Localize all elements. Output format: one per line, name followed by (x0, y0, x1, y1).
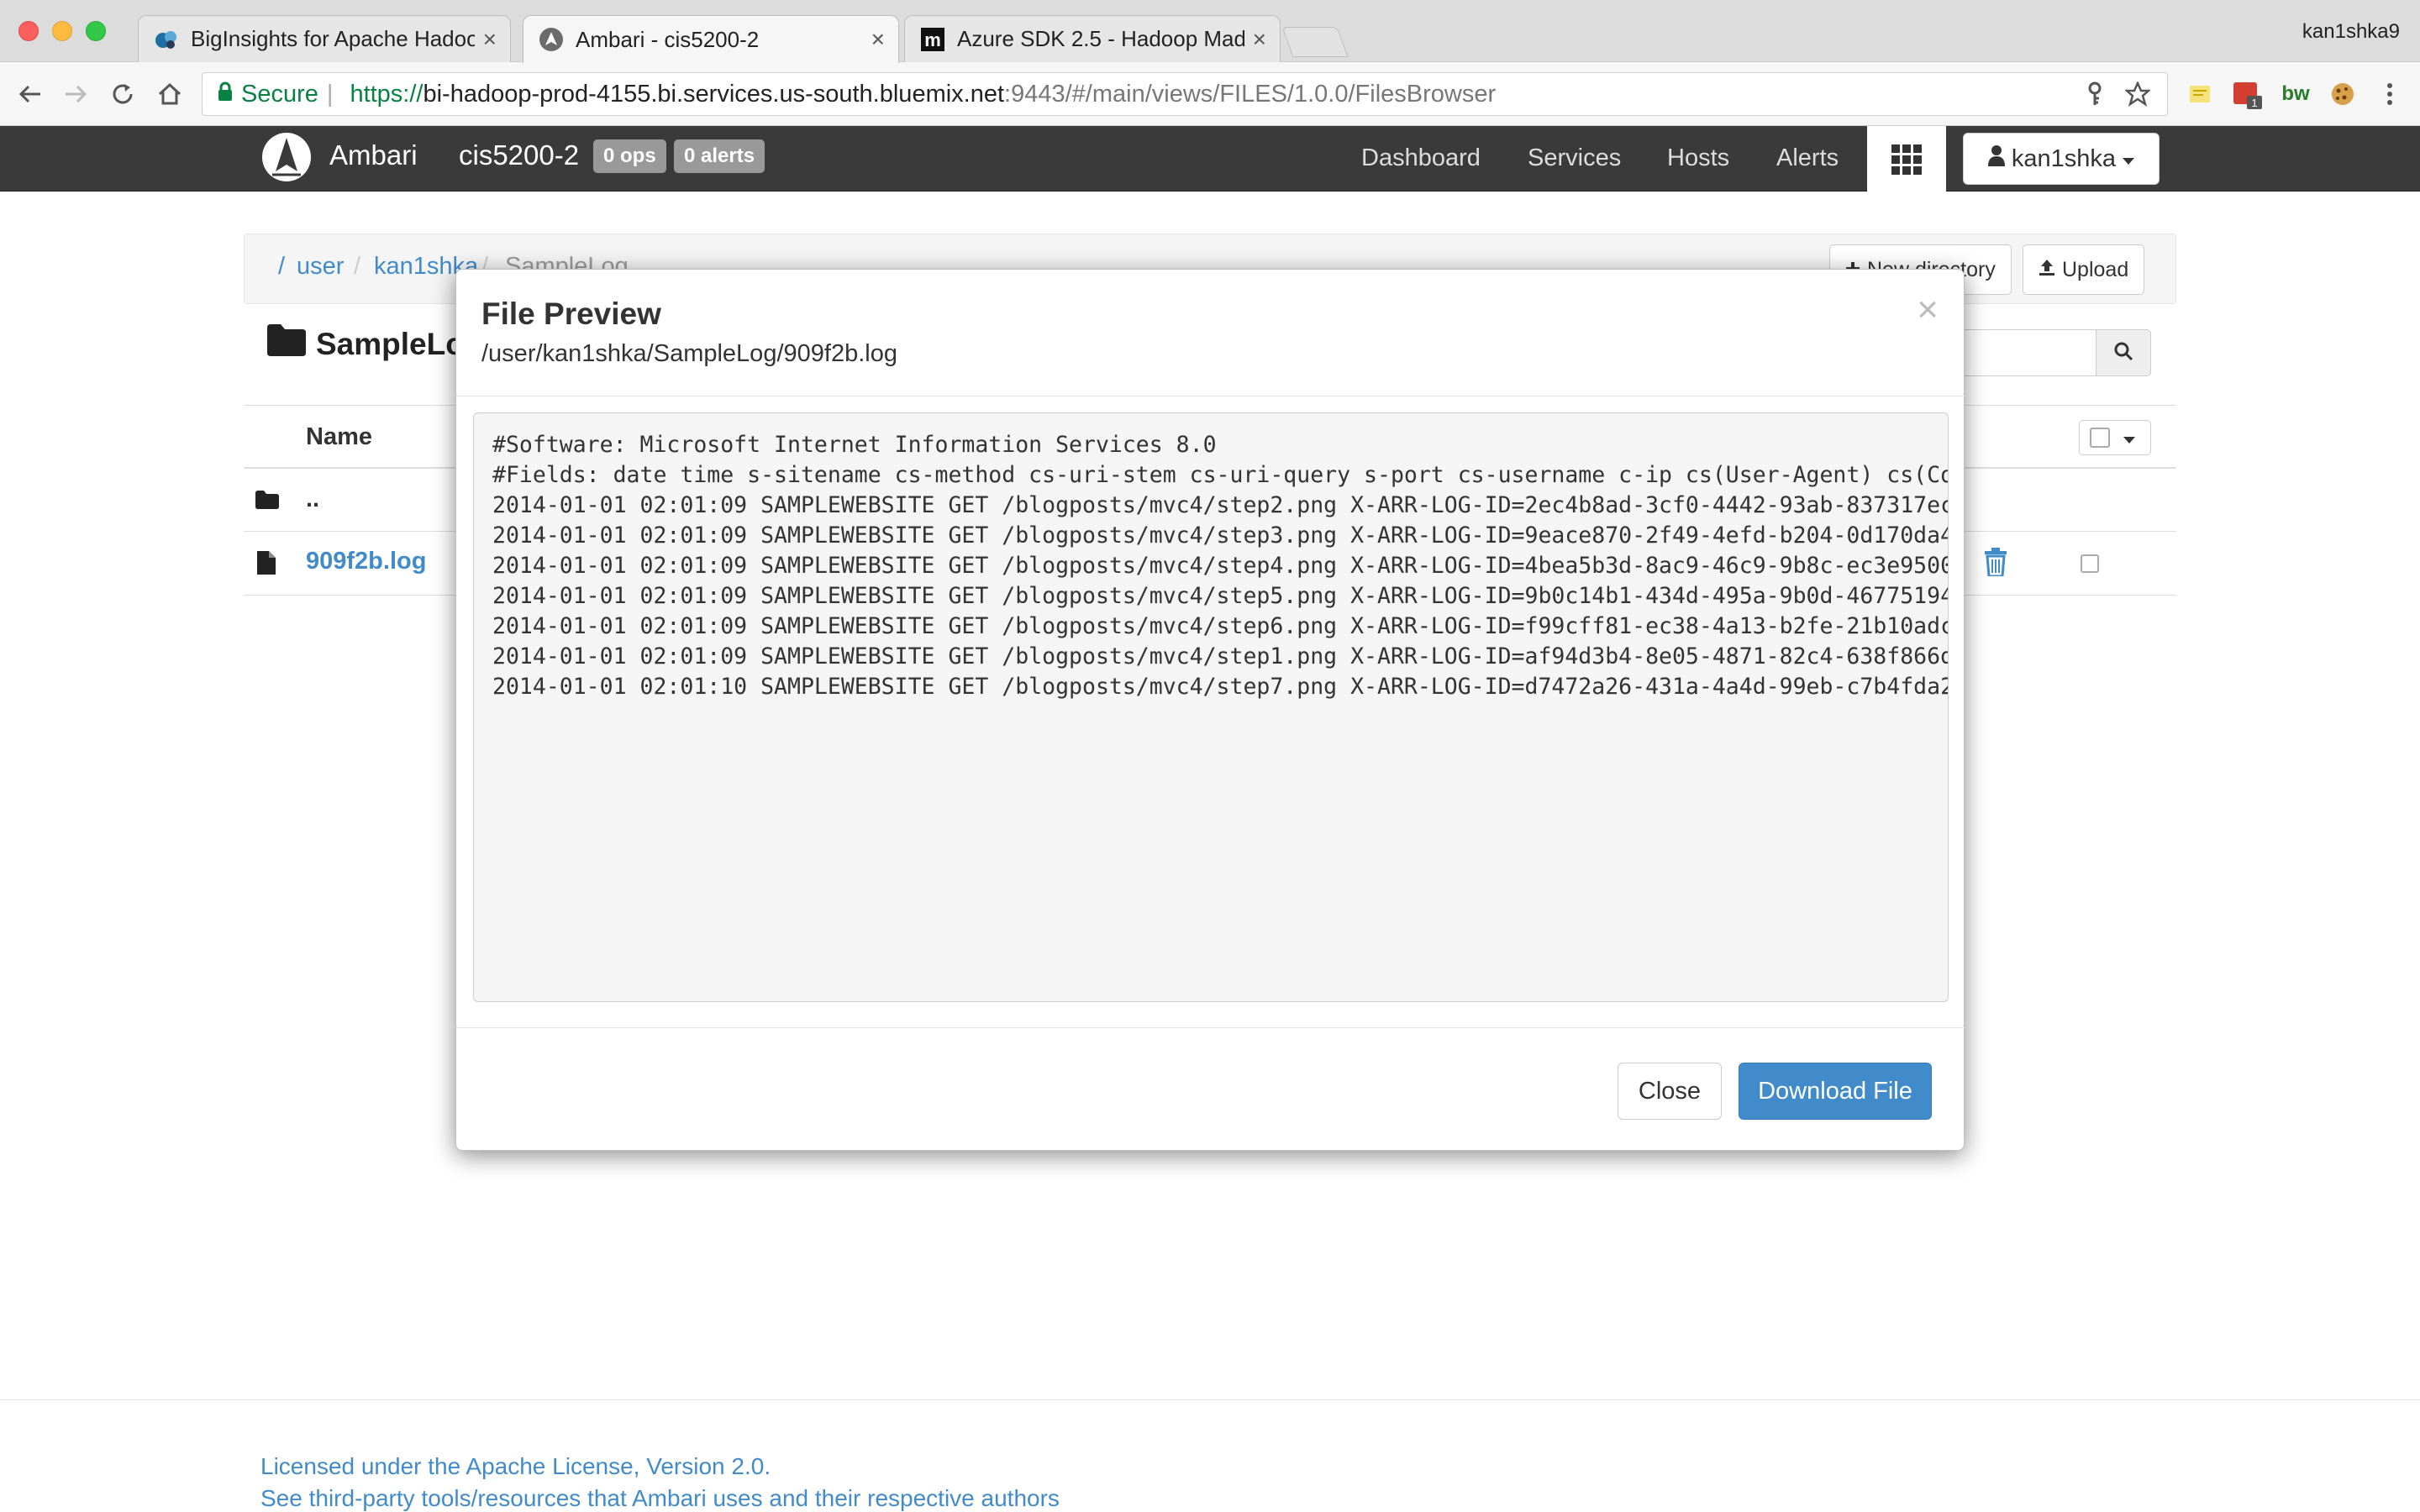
preview-line: 2014-01-01 02:01:09 SAMPLEWEBSITE GET /b… (492, 522, 1949, 549)
preview-line: #Fields: date time s-sitename cs-method … (492, 462, 1949, 488)
preview-line: 2014-01-01 02:01:09 SAMPLEWEBSITE GET /b… (492, 492, 1949, 518)
preview-line: 2014-01-01 02:01:10 SAMPLEWEBSITE GET /b… (492, 674, 1949, 700)
preview-line: 2014-01-01 02:01:09 SAMPLEWEBSITE GET /b… (492, 613, 1949, 639)
preview-line: 2014-01-01 02:01:09 SAMPLEWEBSITE GET /b… (492, 583, 1949, 609)
browser-tab-ambari[interactable]: Ambari - cis5200-2 × (523, 15, 899, 63)
ambari-favicon-icon (539, 27, 564, 52)
tab-title: Ambari - cis5200-2 (576, 26, 760, 52)
close-button[interactable]: Close (1618, 1063, 1722, 1120)
download-file-button[interactable]: Download File (1739, 1063, 1932, 1120)
file-preview-content[interactable]: #Software: Microsoft Internet Informatio… (473, 412, 1949, 1002)
preview-line: 2014-01-01 02:01:09 SAMPLEWEBSITE GET /b… (492, 553, 1949, 579)
file-preview-modal: File Preview /user/kan1shka/SampleLog/90… (455, 269, 1965, 1151)
modal-title: File Preview (481, 297, 661, 331)
modal-file-path: /user/kan1shka/SampleLog/909f2b.log (481, 340, 897, 367)
modal-close-icon[interactable]: × (1917, 291, 1939, 328)
tab-close-icon[interactable]: × (871, 26, 885, 53)
preview-line: #Software: Microsoft Internet Informatio… (492, 432, 1217, 458)
modal-footer-divider (456, 1027, 1965, 1028)
preview-line: 2014-01-01 02:01:09 SAMPLEWEBSITE GET /b… (492, 643, 1949, 669)
